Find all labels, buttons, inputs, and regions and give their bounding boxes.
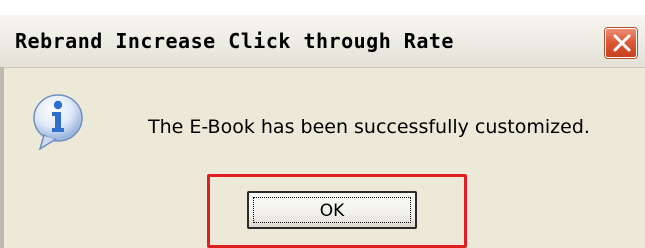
title-bar[interactable]: Rebrand Increase Click through Rate	[0, 15, 645, 68]
message-dialog: Rebrand Increase Click through Rate The …	[0, 15, 645, 248]
info-icon	[30, 91, 86, 153]
close-icon	[613, 34, 631, 52]
ok-button[interactable]: OK	[247, 191, 417, 229]
window-frame	[0, 67, 4, 248]
dialog-title: Rebrand Increase Click through Rate	[15, 29, 454, 53]
dialog-message: The E-Book has been successfully customi…	[148, 116, 590, 138]
close-button[interactable]	[605, 28, 637, 58]
ok-button-label: OK	[319, 201, 345, 221]
